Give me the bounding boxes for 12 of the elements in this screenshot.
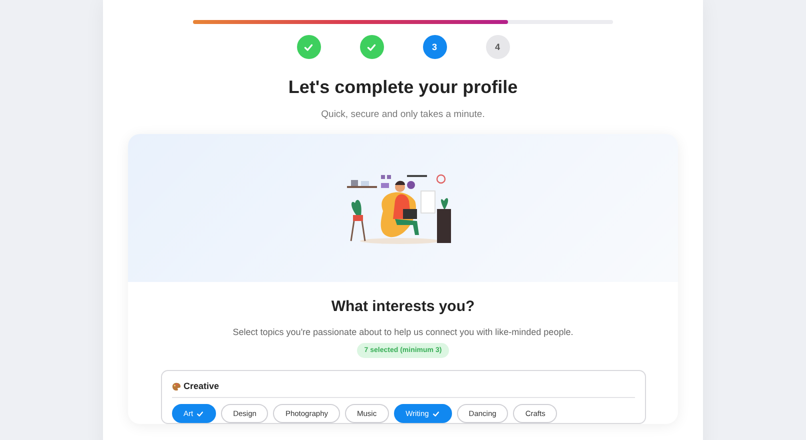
section-heading: What interests you?	[331, 298, 475, 315]
step-indicator: 3	[422, 35, 446, 59]
page-title: Let's complete your profile	[288, 77, 518, 98]
check-icon	[303, 42, 314, 52]
check-icon	[366, 42, 377, 52]
check-icon	[432, 410, 440, 418]
step-indicator: 4	[486, 35, 510, 59]
category-title: Creative	[184, 381, 220, 391]
check-icon	[196, 410, 204, 418]
palette-icon	[172, 382, 180, 390]
page-subtitle: Quick, secure and only takes a minute.	[321, 109, 485, 120]
section-description: Select topics you're passionate about to help us connect you with like-minded people.	[232, 327, 574, 337]
